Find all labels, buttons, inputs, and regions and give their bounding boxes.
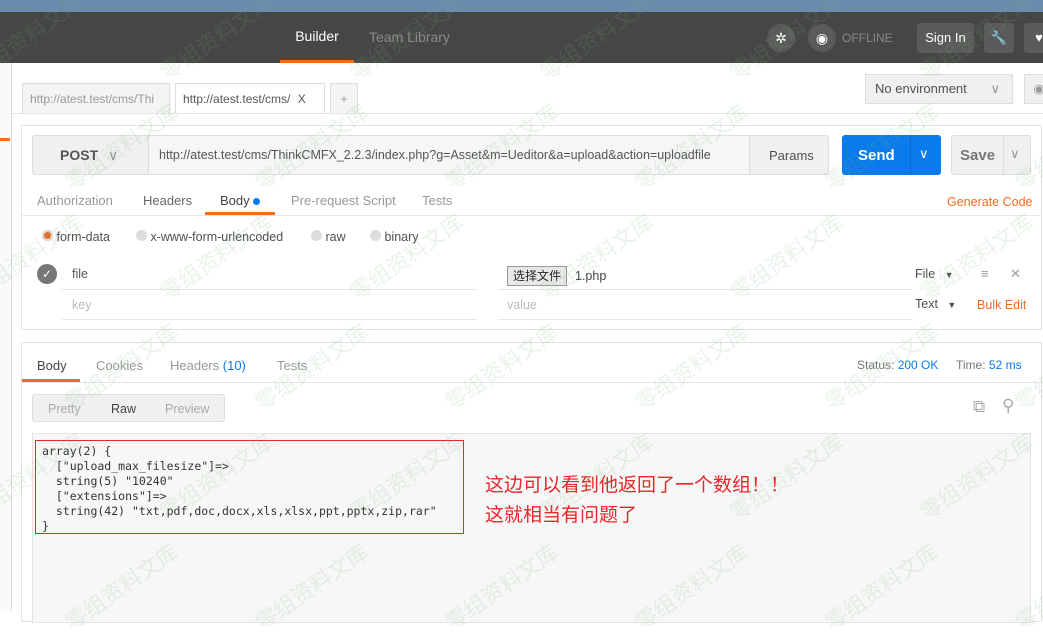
response-tab-body[interactable]: Body xyxy=(22,352,80,382)
tabs-divider xyxy=(12,113,1043,114)
send-divider xyxy=(910,135,911,175)
view-preview[interactable]: Preview xyxy=(165,402,209,416)
bulk-edit-link[interactable]: Bulk Edit xyxy=(977,298,1026,312)
tab-headers[interactable]: Headers xyxy=(143,193,192,208)
sync-status-icon[interactable]: ◉ xyxy=(808,24,836,52)
add-tab-button[interactable]: + xyxy=(330,83,358,113)
type-select[interactable]: File ▼ xyxy=(915,267,954,281)
chevron-down-icon: ∨ xyxy=(990,81,1000,96)
copy-icon[interactable]: ⧉ xyxy=(973,397,985,417)
radio-label: raw xyxy=(325,230,346,244)
search-icon[interactable]: ⚲ xyxy=(1002,396,1014,416)
tab-team-library[interactable]: Team Library xyxy=(369,12,450,63)
file-name: 1.php xyxy=(575,269,607,283)
row-divider xyxy=(62,289,477,290)
window-top-strip xyxy=(0,0,1043,12)
type-select[interactable]: Text ▼ xyxy=(915,297,956,311)
environment-select[interactable]: No environment ∨ xyxy=(865,74,1013,104)
body-indicator-dot xyxy=(253,198,261,205)
environment-label: No environment xyxy=(875,81,967,96)
time-label: Time: xyxy=(956,358,986,372)
radio-icon xyxy=(311,230,322,241)
tabs-divider xyxy=(22,382,1041,383)
save-divider xyxy=(1003,135,1004,175)
sign-in-button[interactable]: Sign In xyxy=(917,23,974,53)
row-divider xyxy=(498,289,913,290)
tab-label: Body xyxy=(220,193,250,208)
radio-label: form-data xyxy=(56,230,110,244)
radio-icon xyxy=(42,230,53,241)
request-tab[interactable]: http://atest.test/cms/Thi xyxy=(22,83,170,113)
status-value: 200 OK xyxy=(897,358,939,372)
status-label: Status: xyxy=(857,358,895,372)
view-raw[interactable]: Raw xyxy=(111,402,136,416)
sidebar-edge xyxy=(0,63,12,611)
response-body-text: array(2) { ["upload_max_filesize"]=> str… xyxy=(42,444,437,533)
tab-authorization[interactable]: Authorization xyxy=(37,193,113,208)
tab-tests[interactable]: Tests xyxy=(422,193,452,208)
method-select[interactable]: POST ∨ xyxy=(60,147,118,164)
time-readout: Time: 52 ms xyxy=(956,358,1022,372)
annotation-line-1: 这边可以看到他返回了一个数组！！ xyxy=(485,474,790,496)
method-label: POST xyxy=(60,147,99,163)
tab-label: Headers xyxy=(170,358,220,373)
tab-pre-request-script[interactable]: Pre-request Script xyxy=(291,193,396,208)
delete-row-icon[interactable]: ✕ xyxy=(1010,266,1021,282)
response-tab-cookies[interactable]: Cookies xyxy=(96,358,143,373)
radio-label: binary xyxy=(384,230,419,244)
radio-icon xyxy=(136,230,147,241)
row-divider xyxy=(498,319,913,320)
sidebar-marker xyxy=(0,138,10,141)
radio-binary[interactable]: binary xyxy=(370,230,419,244)
radio-icon xyxy=(370,230,381,241)
settings-wrench-icon[interactable]: 🔧 xyxy=(984,23,1014,53)
row-divider xyxy=(62,319,477,320)
generate-code-link[interactable]: Generate Code xyxy=(947,195,1032,209)
params-button[interactable]: Params xyxy=(769,148,814,163)
save-label: Save xyxy=(960,147,996,164)
chevron-down-icon[interactable]: ∨ xyxy=(1010,146,1020,162)
status-readout: Status: 200 OK xyxy=(857,358,938,372)
radio-urlencoded[interactable]: x-www-form-urlencoded xyxy=(136,230,283,244)
time-value: 52 ms xyxy=(988,358,1022,372)
url-input[interactable]: http://atest.test/cms/ThinkCMFX_2.2.3/in… xyxy=(148,136,750,174)
response-tab-headers[interactable]: Headers (10) xyxy=(170,358,246,373)
type-label: File xyxy=(915,267,936,281)
tab-label: http://atest.test/cms/ xyxy=(183,92,291,106)
chevron-down-icon[interactable]: ∨ xyxy=(919,146,929,162)
close-icon[interactable]: X xyxy=(298,92,306,106)
key-input[interactable]: file xyxy=(72,267,88,281)
radio-form-data[interactable]: form-data xyxy=(42,230,110,244)
heart-icon[interactable]: ♥ xyxy=(1024,23,1043,53)
radio-raw[interactable]: raw xyxy=(311,230,346,244)
interceptor-icon[interactable]: ✲ xyxy=(767,24,795,52)
chevron-down-icon: ∨ xyxy=(108,147,119,163)
request-tab-active[interactable]: http://atest.test/cms/ X xyxy=(175,83,325,113)
choose-file-button[interactable]: 选择文件 xyxy=(507,266,568,286)
caret-down-icon: ▼ xyxy=(944,270,954,280)
eye-icon[interactable]: ◉ xyxy=(1024,74,1043,104)
drag-handle-icon[interactable]: ≡ xyxy=(981,266,989,281)
row-checkbox-checked-icon[interactable]: ✓ xyxy=(37,264,57,284)
type-label: Text xyxy=(915,297,938,311)
tabs-divider xyxy=(22,215,1041,216)
view-pretty[interactable]: Pretty xyxy=(48,402,81,416)
radio-label: x-www-form-urlencoded xyxy=(150,230,284,244)
response-tab-tests[interactable]: Tests xyxy=(277,358,307,373)
tab-body[interactable]: Body xyxy=(205,187,275,215)
annotation-line-2: 这就相当有问题了 xyxy=(485,504,638,526)
headers-count: (10) xyxy=(222,358,246,373)
tab-builder[interactable]: Builder xyxy=(280,12,354,63)
offline-label: OFFLINE xyxy=(842,31,893,45)
send-label: Send xyxy=(858,147,895,164)
key-input-empty[interactable]: key xyxy=(72,298,91,312)
caret-down-icon: ▼ xyxy=(947,300,957,310)
value-input-empty[interactable]: value xyxy=(507,298,537,312)
